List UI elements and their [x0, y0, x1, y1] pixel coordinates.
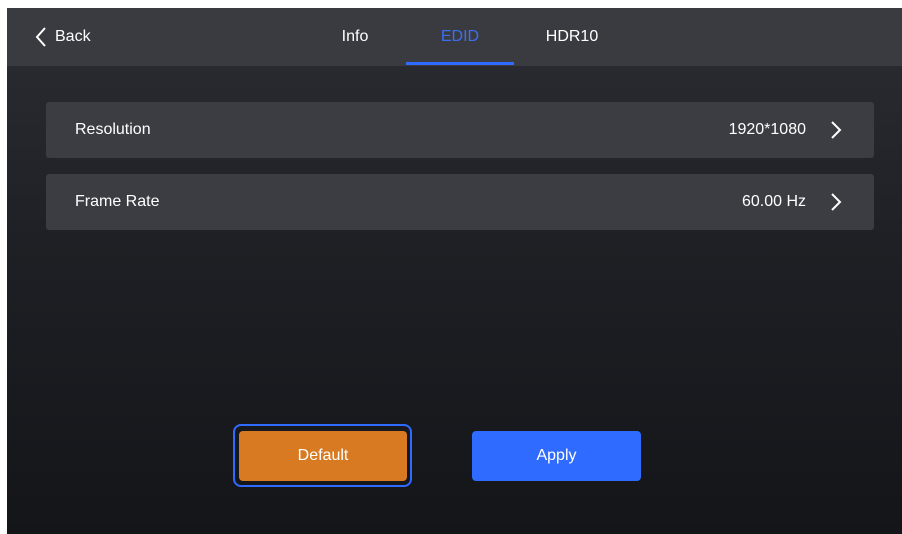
- chevron-right-icon: [831, 193, 842, 211]
- resolution-row[interactable]: Resolution 1920*1080: [46, 102, 874, 158]
- tab-edid[interactable]: EDID: [406, 8, 514, 66]
- resolution-label: Resolution: [75, 121, 151, 138]
- top-bar: Back Info EDID HDR10: [7, 8, 902, 66]
- tab-info[interactable]: Info: [325, 8, 385, 66]
- frame-rate-value: 60.00 Hz: [741, 193, 806, 210]
- default-button[interactable]: Default: [239, 431, 407, 481]
- apply-button[interactable]: Apply: [472, 431, 641, 481]
- frame-rate-label: Frame Rate: [75, 193, 160, 210]
- back-label: Back: [55, 28, 91, 45]
- back-button[interactable]: Back: [35, 20, 91, 54]
- edid-screen: Back Info EDID HDR10 Resolution 1920*108…: [7, 8, 902, 534]
- frame-rate-row[interactable]: Frame Rate 60.00 Hz: [46, 174, 874, 230]
- tab-hdr10[interactable]: HDR10: [532, 8, 612, 66]
- chevron-right-icon: [831, 121, 842, 139]
- active-tab-indicator: [406, 62, 514, 65]
- chevron-left-icon: [35, 27, 46, 47]
- resolution-value: 1920*1080: [728, 121, 806, 138]
